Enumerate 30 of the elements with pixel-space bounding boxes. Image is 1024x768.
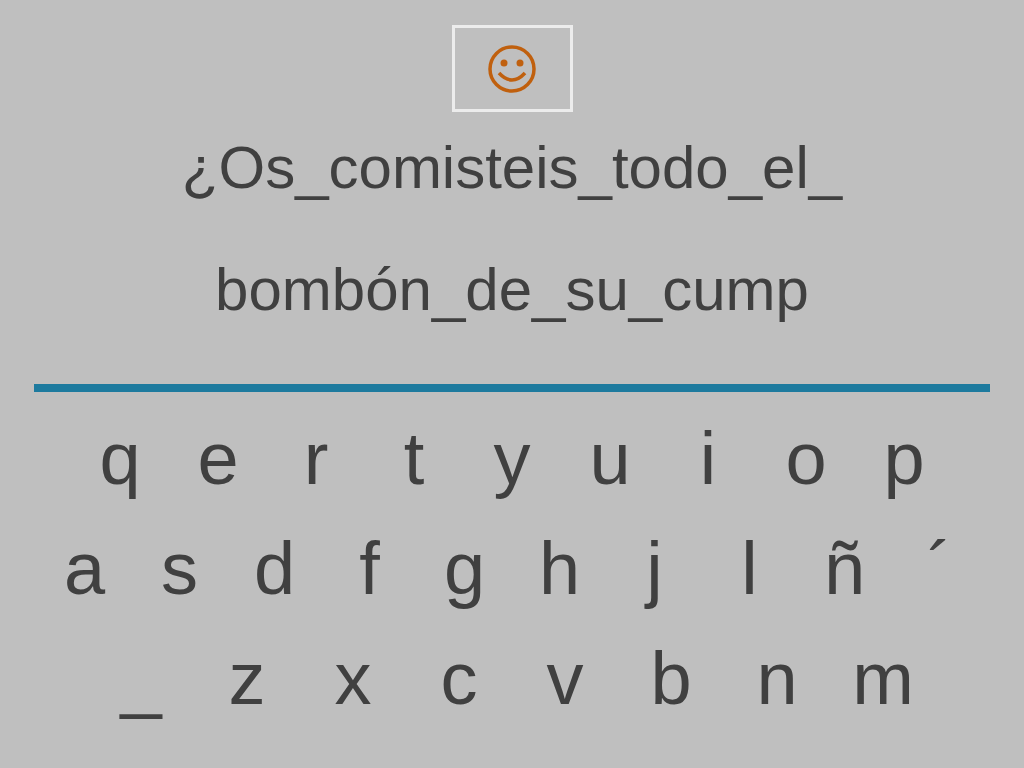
letter-key[interactable]: z xyxy=(194,630,300,728)
letter-key[interactable]: v xyxy=(512,630,618,728)
letter-key[interactable]: u xyxy=(561,410,659,508)
letter-key[interactable]: f xyxy=(322,520,417,618)
letter-key[interactable]: o xyxy=(757,410,855,508)
letter-key[interactable]: p xyxy=(855,410,953,508)
letter-key[interactable]: j xyxy=(607,520,702,618)
letter-key[interactable]: h xyxy=(512,520,607,618)
letter-key[interactable]: c xyxy=(406,630,512,728)
letter-key[interactable]: g xyxy=(417,520,512,618)
letter-key[interactable]: a xyxy=(37,520,132,618)
sentence-line: ¿Os_comisteis_todo_el_ xyxy=(181,133,843,203)
letter-key[interactable]: y xyxy=(463,410,561,508)
sentence-line: bombón_de_su_cump xyxy=(215,255,809,325)
letter-key[interactable]: q xyxy=(71,410,169,508)
letter-key[interactable]: ´ xyxy=(892,520,987,618)
letter-key[interactable]: s xyxy=(132,520,227,618)
letter-key[interactable]: t xyxy=(365,410,463,508)
smiley-icon xyxy=(487,43,537,94)
letter-key[interactable]: n xyxy=(724,630,830,728)
letter-key[interactable]: d xyxy=(227,520,322,618)
letter-key[interactable]: e xyxy=(169,410,267,508)
letter-key[interactable]: x xyxy=(300,630,406,728)
letter-key[interactable]: r xyxy=(267,410,365,508)
letter-key[interactable]: b xyxy=(618,630,724,728)
letter-key[interactable]: l xyxy=(702,520,797,618)
letter-key[interactable]: _ xyxy=(88,630,194,728)
letter-key[interactable]: i xyxy=(659,410,757,508)
letter-key[interactable]: m xyxy=(830,630,936,728)
letter-key[interactable]: ñ xyxy=(797,520,892,618)
